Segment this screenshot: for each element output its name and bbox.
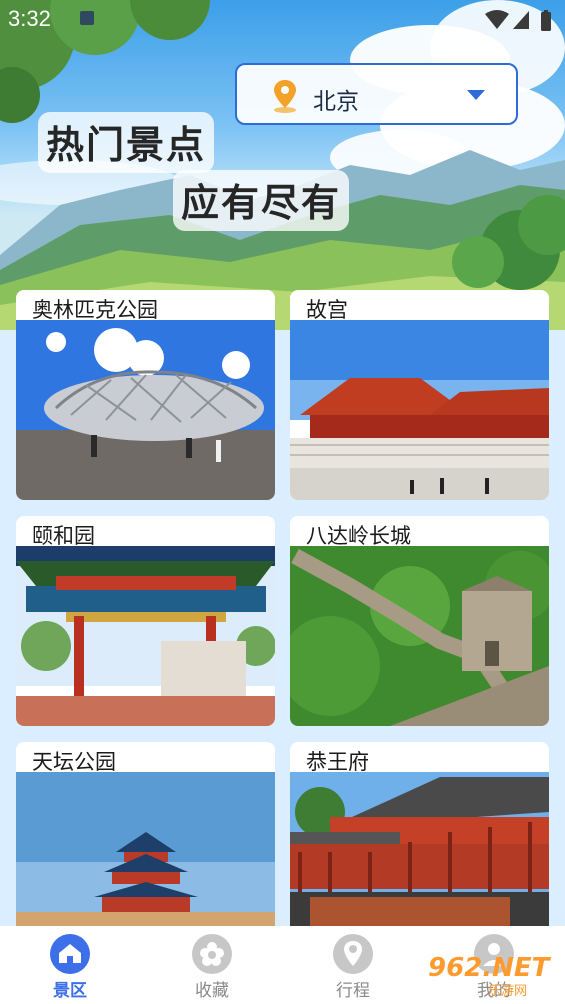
attraction-photo: [290, 546, 549, 726]
battery-icon: [541, 10, 551, 31]
status-time: 3:32: [8, 6, 51, 31]
slogan-line-2: 应有尽有: [173, 170, 350, 231]
watermark-sub: 乐游网: [488, 984, 528, 999]
city-name: 北京: [313, 89, 359, 115]
attractions-icon: [50, 934, 90, 974]
nav-item-itinerary[interactable]: 行程: [303, 926, 403, 1004]
attraction-card[interactable]: 故宫: [290, 290, 549, 500]
attraction-photo: [16, 546, 275, 726]
header-banner: 3:32 北京 热门景点 应有尽有: [0, 0, 565, 330]
city-selector[interactable]: 北京: [235, 63, 518, 125]
nav-label: 行程: [336, 981, 370, 1001]
attraction-card[interactable]: 颐和园: [16, 516, 275, 726]
notification-icon: [80, 11, 94, 25]
attraction-photo: [290, 772, 549, 952]
attraction-photo: [16, 320, 275, 500]
chevron-down-icon: [467, 90, 485, 100]
nav-label: 景区: [53, 981, 87, 1001]
attraction-card[interactable]: 奥林匹克公园: [16, 290, 275, 500]
status-bar: 3:32: [0, 0, 565, 36]
location-pin-icon: [333, 934, 373, 974]
signal-icon: [513, 11, 529, 29]
location-pin-icon: [274, 80, 296, 113]
watermark: 962.NET 乐游网: [422, 953, 560, 999]
wifi-icon: [485, 10, 509, 29]
watermark-text: 962.NET: [428, 953, 550, 983]
attraction-photo: [16, 772, 275, 952]
nav-item-attractions[interactable]: 景区: [20, 926, 120, 1004]
nav-label: 收藏: [195, 981, 229, 1001]
attraction-photo: [290, 320, 549, 500]
attraction-card[interactable]: 天坛公园: [16, 742, 275, 952]
attraction-card[interactable]: 八达岭长城: [290, 516, 549, 726]
nav-item-favorites[interactable]: 收藏: [162, 926, 262, 1004]
attraction-card[interactable]: 恭王府: [290, 742, 549, 952]
slogan-line-1: 热门景点: [38, 112, 215, 173]
flower-icon: [192, 934, 232, 974]
